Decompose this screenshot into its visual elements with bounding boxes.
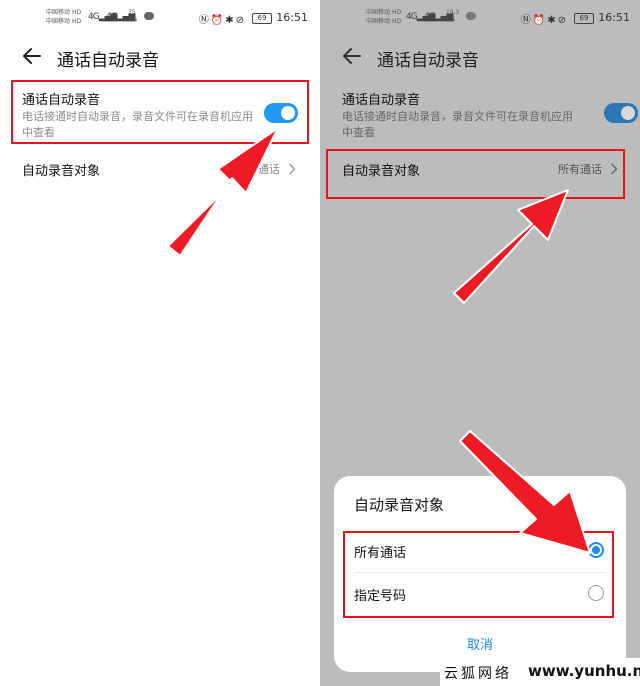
- setting-title: 通话自动录音: [22, 93, 101, 108]
- chevron-right-icon: [289, 163, 296, 175]
- hd-badge: HD: [392, 9, 402, 16]
- carrier-2: 中国移动: [46, 18, 71, 25]
- option-specified-numbers[interactable]: 指定号码: [334, 573, 626, 613]
- speed-value: 35: [128, 9, 136, 16]
- option-all-calls[interactable]: 所有通话: [334, 530, 626, 570]
- option-label: 指定号码: [354, 589, 407, 604]
- alarm-icon: ⏰: [532, 15, 548, 26]
- toggle-knob: [621, 106, 635, 120]
- mute-icon: ⊘: [235, 15, 246, 26]
- carrier-1: 中国移动: [46, 9, 71, 16]
- carrier-1: 中国移动: [366, 9, 391, 16]
- dialog-title: 自动录音对象: [354, 496, 445, 514]
- speed-value: 19.3: [446, 9, 460, 16]
- status-bar: 中国移动 HD 中国移动 HD 4G▂▄▆ 4G▂▄▆ 35 B/s Ⓝ⏰✱⊘ 69…: [0, 8, 318, 30]
- battery-icon: 69: [252, 13, 272, 24]
- cancel-button[interactable]: 取消: [334, 634, 626, 653]
- option-label: 所有通话: [354, 546, 407, 561]
- record-target-value: 所有通话: [558, 163, 602, 176]
- network-speed: 19.3 K/s: [446, 9, 459, 23]
- setting-title: 通话自动录音: [342, 93, 421, 108]
- signal-label-1: 4G: [88, 12, 100, 22]
- watermark-brand: 云狐网络: [444, 666, 512, 682]
- record-target-row[interactable]: 自动录音对象 所有通话: [22, 160, 296, 180]
- setting-description: 电话接通时自动录音，录音文件可在录音机应用中查看: [22, 110, 253, 139]
- alarm-icon: ⏰: [210, 15, 226, 26]
- nfc-icon: Ⓝ: [520, 15, 533, 26]
- watermark-url: www.yunhu.net: [528, 662, 640, 680]
- back-arrow-icon[interactable]: [20, 44, 44, 68]
- watermark: 云狐网络 www.yunhu.net: [440, 658, 640, 686]
- clock: 16:51: [276, 11, 308, 24]
- speed-unit: K/s: [446, 16, 456, 23]
- page-title: 通话自动录音: [377, 51, 479, 71]
- page-title: 通话自动录音: [57, 51, 159, 71]
- nfc-icon: Ⓝ: [198, 15, 211, 26]
- signal-label-1: 4G: [406, 12, 418, 22]
- hd-badge: HD: [72, 18, 82, 25]
- network-speed: 35 B/s: [128, 9, 137, 23]
- auto-record-toggle[interactable]: [604, 103, 638, 123]
- status-icons: Ⓝ⏰✱⊘: [199, 11, 246, 26]
- mute-icon: ⊘: [557, 15, 568, 26]
- signal-label-2: 4G: [424, 12, 436, 22]
- record-target-row[interactable]: 自动录音对象 所有通话: [342, 160, 618, 180]
- panel-divider: [318, 0, 320, 686]
- carrier-info: 中国移动 HD 中国移动 HD: [366, 8, 401, 26]
- message-icon: [144, 12, 154, 20]
- chevron-right-icon: [611, 163, 618, 175]
- message-icon: [466, 12, 476, 20]
- carrier-info: 中国移动 HD 中国移动 HD: [46, 8, 81, 26]
- carrier-2: 中国移动: [366, 18, 391, 25]
- hd-badge: HD: [72, 9, 82, 16]
- record-target-label: 自动录音对象: [342, 164, 421, 179]
- battery-icon: 69: [574, 13, 594, 24]
- bluetooth-icon: ✱: [225, 15, 236, 26]
- hd-badge: HD: [392, 18, 402, 25]
- record-target-label: 自动录音对象: [22, 164, 101, 179]
- toggle-knob: [281, 106, 295, 120]
- bluetooth-icon: ✱: [547, 15, 558, 26]
- signal-label-2: 4G: [106, 12, 118, 22]
- status-icons: Ⓝ⏰✱⊘: [521, 11, 568, 26]
- left-screen: 中国移动 HD 中国移动 HD 4G▂▄▆ 4G▂▄▆ 35 B/s Ⓝ⏰✱⊘ 69…: [0, 0, 318, 686]
- auto-record-toggle[interactable]: [264, 103, 298, 123]
- radio-selected-icon[interactable]: [588, 542, 604, 558]
- clock: 16:51: [598, 11, 630, 24]
- status-bar: 中国移动 HD 中国移动 HD 4G▂▄▆ 4G▂▄▆ 19.3 K/s Ⓝ⏰✱⊘ …: [320, 8, 640, 30]
- radio-unselected-icon[interactable]: [588, 585, 604, 601]
- setting-description: 电话接通时自动录音，录音文件可在录音机应用中查看: [342, 110, 573, 139]
- title-bar: 通话自动录音: [0, 42, 318, 71]
- record-target-dialog: 自动录音对象 所有通话 指定号码 取消: [334, 476, 626, 672]
- back-arrow-icon[interactable]: [340, 44, 364, 68]
- speed-unit: B/s: [128, 16, 138, 23]
- title-bar: 通话自动录音: [320, 42, 640, 71]
- record-target-value: 所有通话: [236, 163, 280, 176]
